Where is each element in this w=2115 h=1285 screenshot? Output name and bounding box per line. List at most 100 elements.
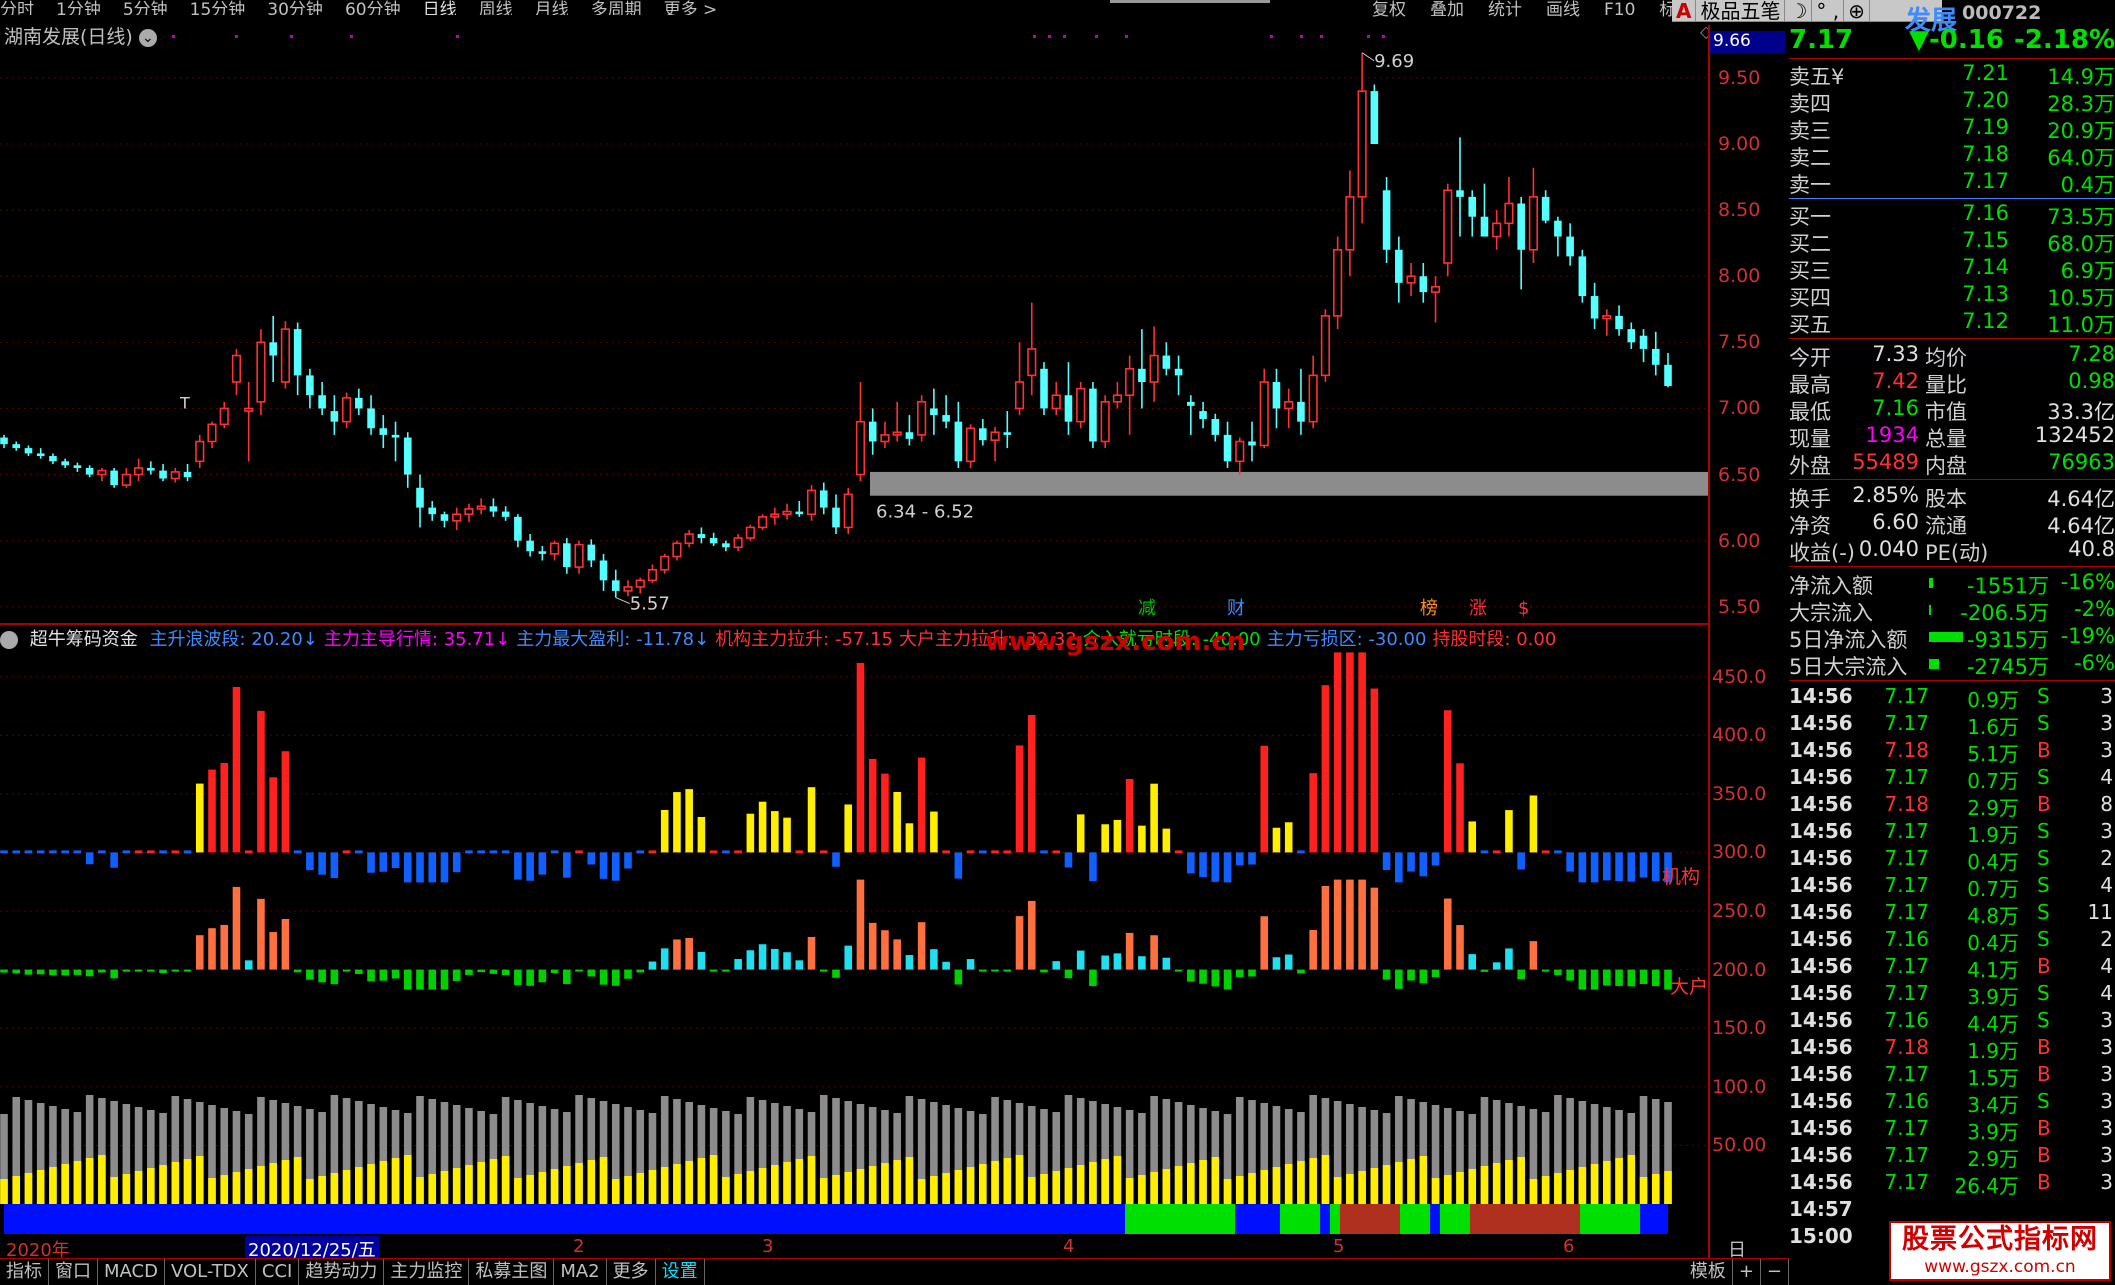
candle [1187, 395, 1195, 435]
divider [1789, 566, 2115, 567]
indicator-bar [465, 850, 473, 1204]
bottom-tab-0[interactable]: 指标 [0, 1259, 49, 1285]
indicator-bar [697, 817, 706, 1204]
tick-time: 14:56 [1789, 1116, 1853, 1140]
tick-count: 3 [2100, 738, 2113, 762]
period-tab-8[interactable]: 月线 [535, 2, 569, 16]
bottom-tab-2[interactable]: MACD [98, 1259, 165, 1285]
candle [832, 494, 840, 535]
candle [12, 441, 21, 451]
tick-direction: B [2037, 1170, 2051, 1194]
period-tab-1[interactable]: 1分钟 [56, 2, 101, 16]
period-tab-7[interactable]: 周线 [479, 2, 513, 16]
period-tab-3[interactable]: 15分钟 [190, 2, 246, 16]
candle [1406, 263, 1416, 297]
tick-count: 3 [2100, 1062, 2113, 1086]
period-tab-2[interactable]: 5分钟 [123, 2, 168, 16]
chart-tool-3[interactable]: 画线 [1546, 2, 1580, 19]
candle [355, 388, 363, 416]
candle [1199, 401, 1207, 429]
bottom-tab-6[interactable]: 主力监控 [384, 1259, 470, 1285]
candle [782, 503, 792, 520]
stock-code: 000722 [1962, 2, 2042, 24]
event-marker: 财 [1227, 598, 1245, 619]
period-tab-10[interactable]: 更多 > [664, 2, 718, 16]
bottom-tab-5[interactable]: 趋势动力 [299, 1259, 385, 1285]
tick-row: 14:56 7.16 0.4万 S 2 [1789, 927, 2115, 955]
candle [819, 482, 828, 515]
bottom-right-btn-0[interactable]: 模板 [1684, 1259, 1733, 1285]
chart-tool-4[interactable]: F10 [1604, 2, 1635, 19]
bid-price: 7.13 [1962, 282, 2009, 306]
period-tab-9[interactable]: 多周期 [591, 2, 642, 16]
indicator-bar [1260, 745, 1269, 1204]
stat-value: 76963 [2048, 450, 2115, 474]
bottom-right-btn-2[interactable]: − [1761, 1259, 1789, 1285]
indicator-bar [636, 850, 645, 1204]
tick-row: 14:56 7.17 4.8万 S 11 [1789, 900, 2115, 928]
tick-direction: S [2037, 1008, 2050, 1032]
candle [464, 503, 474, 523]
candle [574, 540, 584, 574]
chart-tool-2[interactable]: 统计 [1488, 2, 1522, 19]
tick-row: 14:56 7.18 2.9万 B 8 [1789, 792, 2115, 820]
state-band-green [1125, 1204, 1235, 1234]
bottom-tab-1[interactable]: 窗口 [49, 1259, 98, 1285]
candle [1370, 84, 1379, 144]
bottom-tab-4[interactable]: CCI [256, 1259, 300, 1285]
low-price-label: 5.57 [630, 594, 670, 615]
indicator-bar [183, 850, 192, 1204]
bottom-tab-7[interactable]: 私募主图 [469, 1259, 555, 1285]
bottom-tab-3[interactable]: VOL-TDX [165, 1259, 256, 1285]
indicator-bar [1027, 715, 1036, 1204]
indicator-bar [1480, 850, 1489, 1204]
period-tab-5[interactable]: 60分钟 [345, 2, 401, 16]
globe-icon[interactable]: ⊕ [1844, 0, 1870, 22]
tick-volume: 2.9万 [1967, 796, 2019, 820]
candlestick-chart[interactable]: 9.69 5.57 6.34 - 6.52 T 减 财 榜 涨 $ [0, 25, 1708, 620]
bid-label: 买四 [1789, 286, 1831, 310]
indicator-bar [979, 850, 987, 1204]
ime-name-button[interactable]: 极品五笔 [1696, 0, 1786, 22]
chart-tool-0[interactable]: 复权 [1372, 2, 1406, 19]
tick-count: 8 [2100, 792, 2113, 816]
candle [1419, 263, 1428, 303]
tick-row: 14:56 7.18 1.9万 B 3 [1789, 1035, 2115, 1063]
indicator-chart[interactable] [0, 648, 1708, 1234]
period-tab-4[interactable]: 30分钟 [267, 2, 323, 16]
candle [1345, 170, 1355, 277]
indicator-param-2: 主力最大盈利: -11.78↓ [516, 629, 710, 650]
period-tab-6[interactable]: 日线 [423, 2, 457, 16]
chart-tool-1[interactable]: 叠加 [1430, 2, 1464, 19]
indicator-bar [36, 850, 45, 1204]
bottom-tab-9[interactable]: 更多 [607, 1259, 656, 1285]
bottom-tab-8[interactable]: MA2 [554, 1259, 607, 1285]
candle [1100, 395, 1110, 449]
indicator-bar [269, 777, 277, 1204]
indicator-name[interactable]: 超牛筹码资金 [30, 629, 138, 650]
moon-icon[interactable]: ☽ [1785, 0, 1813, 22]
stat-label: 流通 [1925, 514, 1967, 538]
candle [1357, 52, 1367, 224]
divider [1789, 479, 2115, 480]
stat-value: 2.85% [1852, 483, 1919, 507]
indicator-bar [1492, 850, 1501, 1204]
dropdown-strip[interactable] [1110, 0, 1270, 3]
candle [1590, 282, 1599, 330]
last-price: 7.17 [1789, 25, 1854, 55]
candle [391, 421, 400, 462]
ask-volume: 14.9万 [2047, 65, 2115, 89]
indicator-bar [648, 850, 657, 1204]
bottom-right-btn-1[interactable]: + [1733, 1259, 1761, 1285]
bottom-tab-10[interactable]: 设置 [656, 1259, 705, 1285]
signal-dot [1300, 35, 1303, 38]
punctuation-button[interactable]: ° , [1812, 0, 1845, 22]
settings-circle-icon[interactable] [0, 631, 18, 649]
candle [1284, 388, 1294, 429]
period-tab-0[interactable]: 分时 [0, 2, 34, 16]
indicator-bar [1358, 652, 1366, 1204]
candle [280, 321, 291, 389]
ime-mode-button[interactable]: A [1672, 0, 1697, 22]
price-tick: 5.50 [1718, 595, 1761, 618]
candle [1272, 368, 1281, 429]
